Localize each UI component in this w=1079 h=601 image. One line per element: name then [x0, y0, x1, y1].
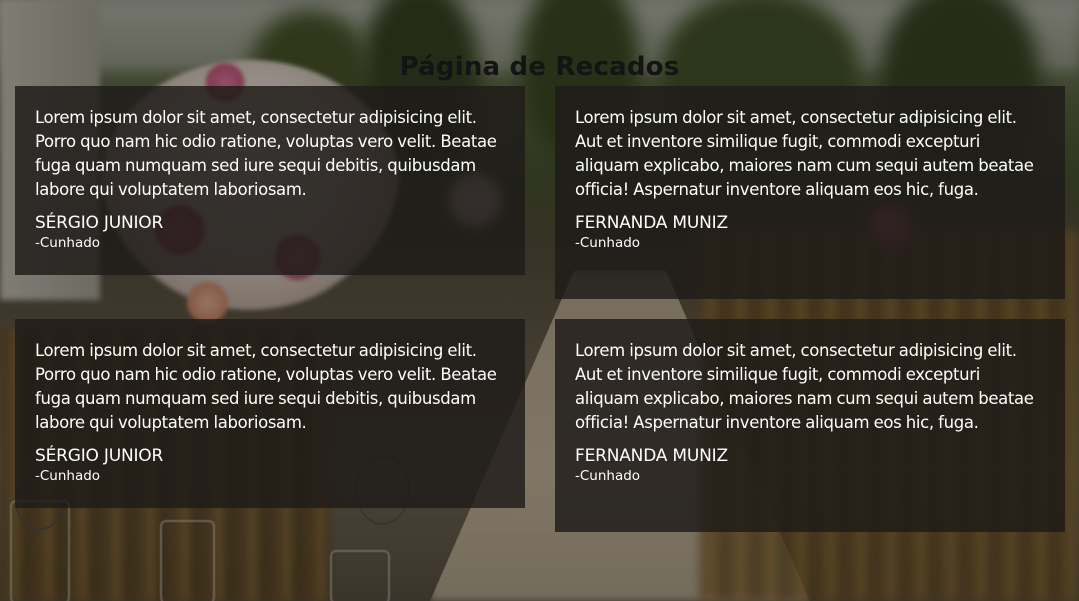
message-relation: -Cunhado — [35, 235, 101, 251]
page-title: Página de Recados — [399, 52, 680, 82]
message-card: Lorem ipsum dolor sit amet, consectetur … — [15, 319, 525, 508]
message-text: Lorem ipsum dolor sit amet, consectetur … — [575, 341, 1034, 432]
message-text: Lorem ipsum dolor sit amet, consectetur … — [575, 108, 1034, 199]
message-author: SÉRGIO JUNIOR — [35, 446, 164, 466]
message-card: Lorem ipsum dolor sit amet, consectetur … — [555, 86, 1065, 299]
message-relation: -Cunhado — [575, 468, 641, 484]
message-text: Lorem ipsum dolor sit amet, consectetur … — [35, 108, 497, 199]
message-relation: -Cunhado — [35, 468, 101, 484]
message-relation: -Cunhado — [575, 235, 641, 251]
message-author: FERNANDA MUNIZ — [575, 213, 728, 233]
message-card: Lorem ipsum dolor sit amet, consectetur … — [15, 86, 525, 275]
message-author: FERNANDA MUNIZ — [575, 446, 728, 466]
message-card: Lorem ipsum dolor sit amet, consectetur … — [555, 319, 1065, 532]
message-text: Lorem ipsum dolor sit amet, consectetur … — [35, 341, 497, 432]
message-author: SÉRGIO JUNIOR — [35, 213, 164, 233]
